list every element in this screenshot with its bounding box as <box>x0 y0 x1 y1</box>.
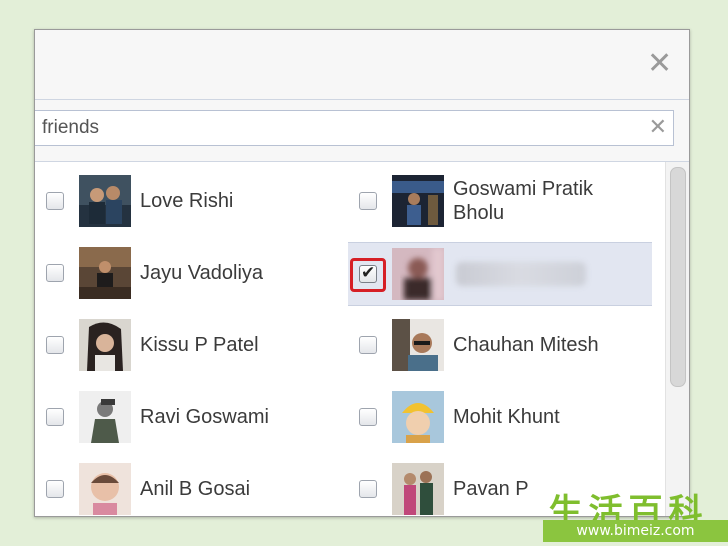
friend-checkbox[interactable] <box>46 192 64 210</box>
clear-search-icon[interactable]: ✕ <box>649 117 667 139</box>
avatar <box>79 391 131 443</box>
friend-checkbox[interactable] <box>46 408 64 426</box>
watermark-url: www.bimeiz.com <box>543 520 728 542</box>
close-icon[interactable]: ✕ <box>647 49 672 79</box>
friend-checkbox[interactable] <box>46 264 64 282</box>
search-input[interactable]: friends ✕ <box>35 110 674 146</box>
friend-item-goswami-pratik-bholu[interactable]: Goswami Pratik Bholu <box>348 170 648 232</box>
avatar <box>79 463 131 515</box>
friend-item-mohit-khunt[interactable]: Mohit Khunt <box>348 386 648 448</box>
friend-name: Goswami Pratik Bholu <box>453 178 594 224</box>
friend-item-jayu-vadoliya[interactable]: Jayu Vadoliya <box>35 242 335 304</box>
friend-checkbox[interactable] <box>359 192 377 210</box>
friends-dialog: ✕ friends ✕ Love Rishi Goswami Pratik Bh… <box>34 29 690 517</box>
friend-item-ravi-goswami[interactable]: Ravi Goswami <box>35 386 335 448</box>
friend-checkbox[interactable] <box>359 480 377 498</box>
avatar <box>392 175 444 227</box>
search-bar: friends ✕ <box>35 100 689 162</box>
friend-checkbox[interactable] <box>359 408 377 426</box>
avatar <box>392 463 444 515</box>
friend-name: Ravi Goswami <box>140 406 269 428</box>
friend-item-anil-b-gosai[interactable]: Anil B Gosai <box>35 458 335 516</box>
friend-checkbox[interactable] <box>359 336 377 354</box>
friend-checkbox[interactable] <box>46 336 64 354</box>
avatar <box>79 319 131 371</box>
friend-name: Chauhan Mitesh <box>453 334 599 356</box>
avatar <box>392 391 444 443</box>
friend-checkbox[interactable] <box>46 480 64 498</box>
friend-list: Love Rishi Goswami Pratik Bholu Jayu Vad… <box>35 162 665 516</box>
friend-item-kissu-p-patel[interactable]: Kissu P Patel <box>35 314 335 376</box>
avatar <box>79 247 131 299</box>
friend-name: Love Rishi <box>140 190 234 212</box>
avatar <box>79 175 131 227</box>
friend-name: Mohit Khunt <box>453 406 560 428</box>
avatar <box>392 319 444 371</box>
checkmark-icon: ✔ <box>361 263 376 283</box>
dialog-header: ✕ <box>35 30 689 100</box>
friend-name: Jayu Vadoliya <box>140 262 264 284</box>
search-input-value: friends <box>42 117 100 138</box>
list-scrollbar[interactable] <box>665 162 689 516</box>
friend-name: Anil B Gosai <box>140 478 251 500</box>
friend-item-selected[interactable]: ✔ <box>348 242 652 306</box>
friend-name-obscured <box>456 262 586 286</box>
friend-name: Pavan P <box>453 478 529 500</box>
friend-name: Kissu P Patel <box>140 334 259 356</box>
friend-item-chauhan-mitesh[interactable]: Chauhan Mitesh <box>348 314 648 376</box>
friend-checkbox[interactable]: ✔ <box>359 263 377 283</box>
watermark-logo: 生活百科 www.bimeiz.com <box>529 484 728 546</box>
friend-item-love-rishi[interactable]: Love Rishi <box>35 170 335 232</box>
avatar-blurred <box>392 248 444 300</box>
scrollbar-thumb[interactable] <box>670 167 686 387</box>
